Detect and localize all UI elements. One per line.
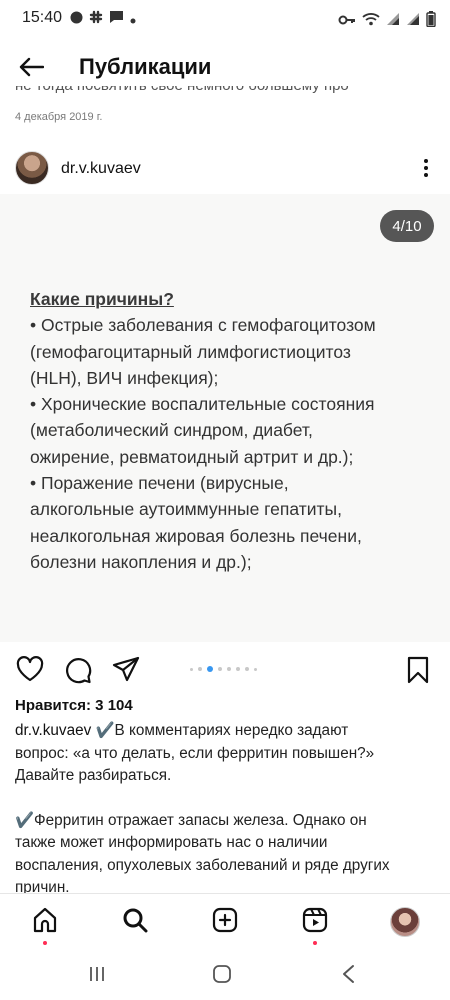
caption-username[interactable]: dr.v.kuvaev: [15, 722, 91, 739]
caption-text: Давайте разбираться.: [15, 767, 172, 784]
caption-text: ✔️Ферритин отражает запасы железа. Однак…: [15, 811, 367, 829]
nav-profile[interactable]: [390, 907, 420, 937]
page-title: Публикации: [79, 54, 212, 79]
back-button[interactable]: [14, 52, 48, 86]
slide-line: • Хронические воспалительные состояния: [30, 394, 375, 415]
more-options-button[interactable]: [416, 154, 436, 182]
post-actions: [0, 642, 450, 698]
profile-avatar: [390, 907, 420, 937]
comment-icon[interactable]: [64, 656, 92, 689]
wifi-icon: [362, 12, 380, 31]
nav-reels[interactable]: [300, 907, 330, 945]
share-icon[interactable]: [112, 656, 140, 687]
slide-line: (HLH), ВИЧ инфекция);: [30, 367, 219, 388]
dot-icon: [70, 11, 83, 29]
post-header: dr.v.kuvaev: [0, 144, 450, 194]
status-bar: 15:40: [0, 0, 450, 38]
nav-create[interactable]: [210, 907, 240, 937]
status-time: 15:40: [22, 9, 63, 26]
home-button-icon[interactable]: [212, 964, 232, 989]
slide-line: (гемофагоцитарный лимфогистиоцитоз: [30, 341, 351, 362]
arrow-left-icon: [18, 57, 45, 82]
notification-dot: [313, 941, 317, 945]
slide-text: Какие причины? • Острые заболевания с ге…: [30, 286, 430, 575]
post-caption: dr.v.kuvaev ✔️В комментариях нередко зад…: [15, 720, 435, 900]
slide-line: неалкогольная жировая болезнь печени,: [30, 525, 362, 546]
slack-icon: [89, 10, 103, 29]
message-icon: [109, 10, 124, 29]
home-icon: [32, 907, 58, 938]
carousel-counter: 4/10: [380, 210, 434, 242]
slide-line: алкогольные аутоиммунные гепатиты,: [30, 499, 342, 520]
carousel-indicator: [190, 666, 257, 672]
caption-text: воспаления, опухолевых заболеваний и ряд…: [15, 856, 390, 874]
heart-icon[interactable]: [16, 656, 44, 687]
nav-search[interactable]: [120, 907, 150, 937]
plus-square-icon: [212, 907, 238, 938]
small-dot-icon: [130, 11, 136, 29]
caption-text: также может информировать нас о наличии: [15, 834, 328, 851]
bottom-navigation: [0, 893, 450, 952]
likes-count[interactable]: Нравится: 3 104: [15, 697, 133, 714]
caption-text: ✔️В комментариях нередко задают: [91, 722, 349, 739]
post-username[interactable]: dr.v.kuvaev: [61, 160, 141, 178]
recent-apps-icon[interactable]: [88, 965, 106, 988]
slide-line: • Поражение печени (вирусные,: [30, 473, 289, 494]
bookmark-icon[interactable]: [406, 656, 430, 689]
reels-icon: [302, 907, 328, 938]
slide-line: болезни накопления и др.);: [30, 551, 252, 572]
signal-icon: [406, 12, 420, 31]
previous-post-caption: не тогда посвятить свое немного большему…: [15, 86, 435, 98]
notification-dot: [43, 941, 47, 945]
system-back-icon[interactable]: [341, 964, 355, 989]
key-icon: [338, 13, 356, 31]
signal-icon: [386, 12, 400, 31]
avatar[interactable]: [15, 151, 49, 185]
caption-text: вопрос: «а что делать, если ферритин пов…: [15, 744, 375, 762]
search-icon: [122, 907, 148, 938]
slide-line: • Острые заболевания с гемофагоцитозом: [30, 315, 376, 336]
active-dot: [207, 666, 213, 672]
slide-line: (метаболический синдром, диабет,: [30, 420, 313, 441]
slide-heading: Какие причины?: [30, 289, 174, 309]
nav-home[interactable]: [30, 907, 60, 945]
post-image[interactable]: 4/10 Какие причины? • Острые заболевания…: [0, 194, 450, 642]
slide-line: ожирение, ревматоидный артрит и др.);: [30, 446, 354, 467]
previous-post-date: 4 декабря 2019 г.: [15, 111, 103, 123]
system-navigation-bar: [0, 951, 450, 1000]
more-vertical-icon: [424, 159, 428, 163]
battery-icon: [426, 11, 436, 32]
